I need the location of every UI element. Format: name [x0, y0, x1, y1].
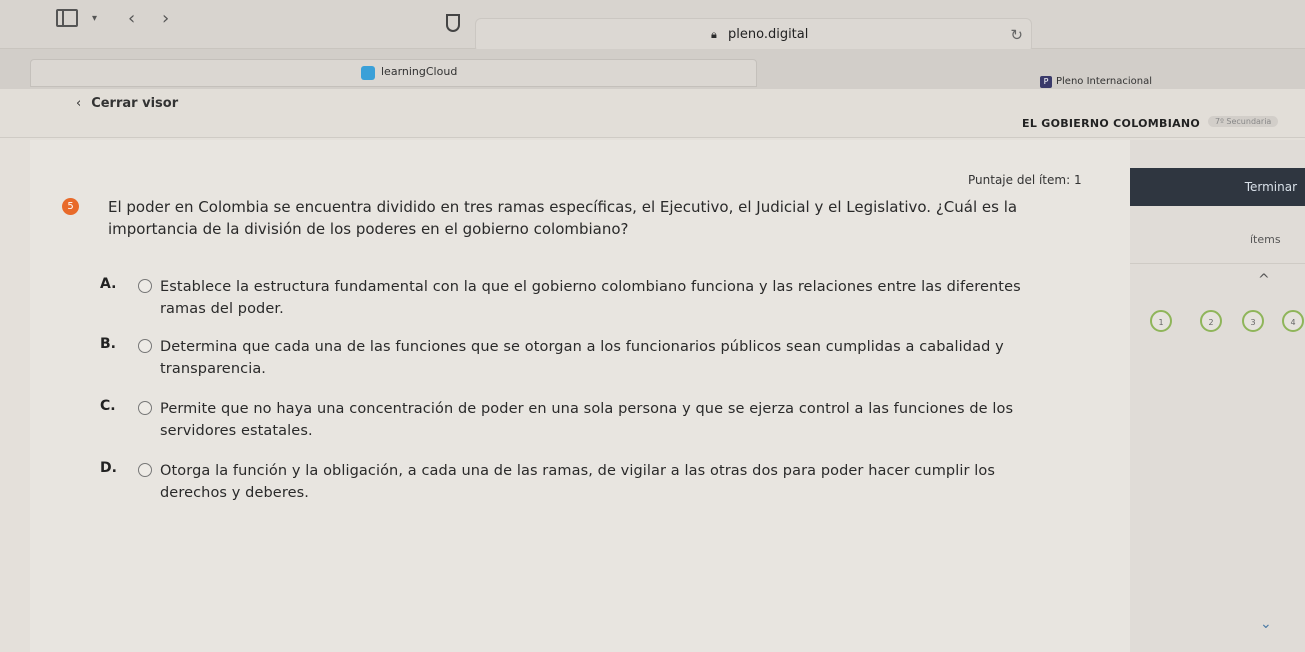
finish-button[interactable]: Terminar — [1130, 168, 1305, 206]
address-bar[interactable]: 🔒︎ pleno.digital ↻ — [475, 18, 1032, 53]
option-d-radio[interactable] — [138, 463, 152, 477]
question-panel: Puntaje del ítem: 1 5 El poder en Colomb… — [30, 140, 1130, 652]
chevron-down-icon[interactable]: ⌄ — [1260, 616, 1272, 632]
privacy-shield-icon[interactable] — [446, 14, 460, 32]
close-viewer-label: Cerrar visor — [91, 96, 179, 111]
learningcloud-favicon-icon — [361, 66, 375, 80]
option-a-radio[interactable] — [138, 279, 152, 293]
tab-label: learningCloud — [381, 65, 458, 78]
back-arrow-icon[interactable]: ‹ — [128, 8, 135, 29]
chevron-left-icon: ‹ — [76, 96, 82, 111]
divider — [1130, 263, 1305, 264]
item-nav-2[interactable]: 2 — [1200, 310, 1222, 332]
question-number-badge: 5 — [62, 198, 79, 215]
tab-pleno-internacional[interactable]: P Pleno Internacional — [1040, 71, 1152, 90]
close-viewer-button[interactable]: ‹ Cerrar visor — [76, 96, 178, 111]
option-letter: C. — [100, 398, 116, 414]
lock-icon: 🔒︎ — [711, 28, 717, 41]
viewer-header: ‹ Cerrar visor EL GOBIERNO COLOMBIANO 7º … — [0, 89, 1305, 138]
option-text: Determina que cada una de las funciones … — [160, 339, 1004, 377]
item-nav-4[interactable]: 4 — [1282, 310, 1304, 332]
question-text: El poder en Colombia se encuentra dividi… — [108, 198, 1018, 238]
forward-arrow-icon[interactable]: › — [162, 8, 169, 29]
option-text: Permite que no haya una concentración de… — [160, 401, 1014, 439]
option-letter: A. — [100, 276, 117, 292]
tab-bar: learningCloud P Pleno Internacional — [0, 49, 1305, 89]
option-text: Establece la estructura fundamental con … — [160, 279, 1021, 317]
grade-badge: 7º Secundaria — [1208, 116, 1279, 127]
sidebar-toggle-icon[interactable] — [56, 9, 78, 27]
tab-learningcloud[interactable]: learningCloud — [30, 59, 757, 87]
items-label: ítems — [1250, 233, 1281, 246]
chevron-down-icon[interactable]: ▾ — [92, 13, 97, 24]
item-score: Puntaje del ítem: 1 — [968, 173, 1082, 187]
item-nav-1[interactable]: 1 — [1150, 310, 1172, 332]
url-text: pleno.digital — [728, 27, 809, 42]
browser-toolbar: ▾ ‹ › 🔒︎ pleno.digital ↻ — [0, 0, 1305, 53]
pleno-favicon-icon: P — [1040, 75, 1052, 88]
items-side-panel: Terminar ítems ^ 1 2 3 4 ⌄ — [1130, 140, 1305, 652]
option-b-radio[interactable] — [138, 339, 152, 353]
option-c-radio[interactable] — [138, 401, 152, 415]
document-title: EL GOBIERNO COLOMBIANO — [1022, 117, 1201, 130]
option-letter: B. — [100, 336, 116, 352]
tab-label: Pleno Internacional — [1056, 76, 1152, 87]
chevron-up-icon[interactable]: ^ — [1258, 272, 1270, 288]
option-text: Otorga la función y la obligación, a cad… — [160, 463, 996, 501]
option-letter: D. — [100, 460, 117, 476]
item-nav-3[interactable]: 3 — [1242, 310, 1264, 332]
reload-icon[interactable]: ↻ — [1010, 26, 1023, 44]
